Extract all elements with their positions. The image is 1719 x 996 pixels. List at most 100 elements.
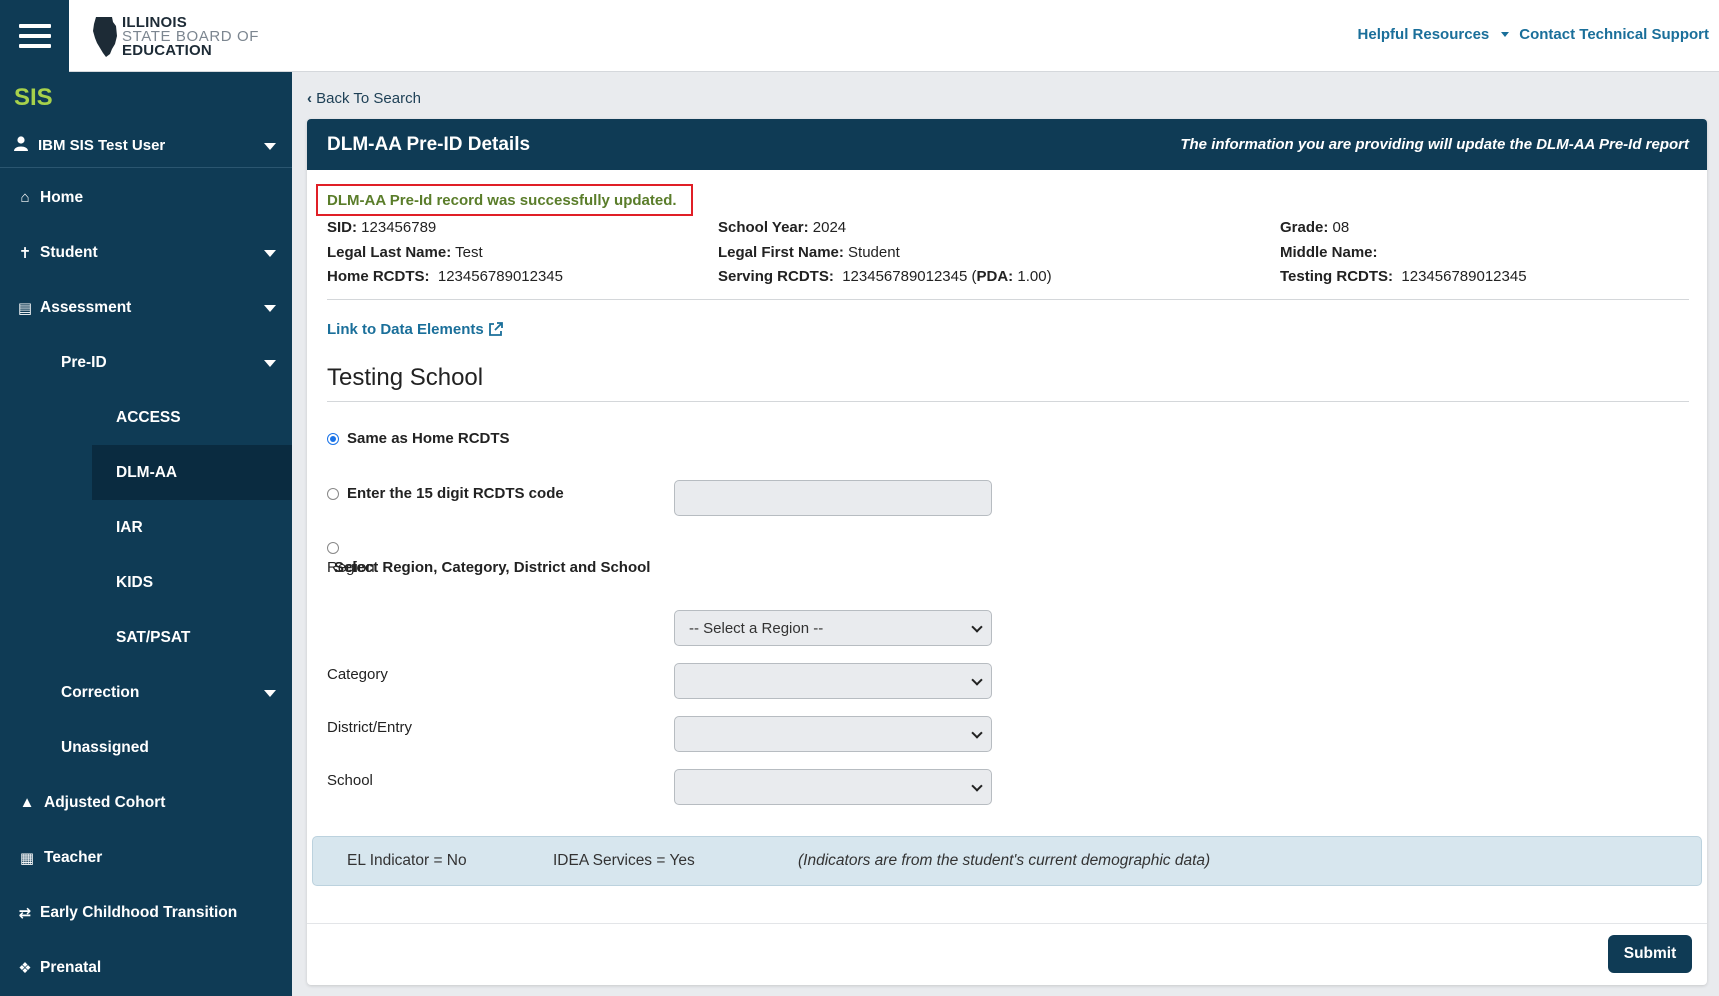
sidebar-item-correction[interactable]: Correction	[0, 665, 292, 720]
region-select[interactable]: -- Select a Region --	[674, 610, 992, 646]
sidebar-item-label: Prenatal	[40, 958, 102, 976]
first-name-field: Legal First Name: Student	[718, 244, 900, 261]
back-to-search-link[interactable]: ‹ Back To Search	[307, 90, 421, 107]
district-select[interactable]	[674, 716, 992, 752]
menu-bar	[18, 44, 51, 48]
sidebar-item-home[interactable]: ⌂ Home	[0, 170, 292, 225]
isbe-logo[interactable]: ILLINOIS STATE BOARD OF EDUCATION	[92, 14, 259, 60]
user-name: IBM SIS Test User	[38, 137, 166, 154]
submit-button[interactable]: Submit	[1608, 935, 1692, 973]
sidebar-item-label: KIDS	[116, 573, 154, 591]
sidebar-item-label: IAR	[116, 518, 143, 536]
sidebar: SIS IBM SIS Test User ⌂ Home ✝ Student ▤…	[0, 72, 292, 996]
graduation-cap-icon: ▲	[19, 794, 35, 811]
home-rcdts-value: 123456789012345	[437, 268, 563, 285]
grade-field: Grade: 08	[1280, 219, 1349, 236]
sidebar-item-label: Unassigned	[61, 738, 149, 756]
grade-label: Grade:	[1280, 219, 1329, 236]
home-rcdts-label: Home RCDTS:	[327, 268, 430, 285]
chevron-down-icon	[971, 674, 983, 686]
sidebar-item-early-childhood[interactable]: ⇄ Early Childhood Transition	[0, 885, 292, 940]
first-name-label: Legal First Name:	[718, 244, 844, 261]
region-selected: -- Select a Region --	[689, 619, 824, 637]
sidebar-item-pre-id[interactable]: Pre-ID	[0, 335, 292, 390]
sidebar-item-dlm-aa[interactable]: DLM-AA	[92, 445, 292, 500]
external-link-icon	[488, 322, 503, 336]
district-label: District/Entry	[327, 719, 413, 736]
region-label: Region	[327, 559, 375, 576]
sidebar-item-assessment[interactable]: ▤ Assessment	[0, 280, 292, 335]
testing-school-title: Testing School	[327, 364, 484, 391]
baby-icon: ❖	[18, 959, 32, 977]
radio-label: Select Region, Category, District and Sc…	[334, 559, 651, 576]
radio-enter-rcdts[interactable]: Enter the 15 digit RCDTS code	[327, 485, 564, 502]
user-menu[interactable]: IBM SIS Test User	[0, 124, 292, 168]
radio-button[interactable]	[327, 432, 339, 445]
home-rcdts-field: Home RCDTS: 123456789012345	[327, 268, 563, 285]
details-card: DLM-AA Pre-ID Details The information yo…	[307, 119, 1707, 985]
card-title: DLM-AA Pre-ID Details	[327, 133, 531, 155]
card-note: The information you are providing will u…	[1180, 136, 1689, 153]
sidebar-item-label: Home	[40, 188, 84, 206]
menu-bar	[18, 24, 51, 28]
sid-label: SID:	[327, 219, 357, 236]
radio-label: Same as Home RCDTS	[347, 430, 510, 447]
top-bar: ILLINOIS STATE BOARD OF EDUCATION Helpfu…	[0, 0, 1719, 72]
category-label: Category	[327, 666, 388, 683]
chevron-down-icon	[971, 780, 983, 792]
serving-rcdts-value: 123456789012345	[842, 268, 968, 285]
sidebar-item-kids[interactable]: KIDS	[0, 555, 292, 610]
menu-bar	[18, 34, 51, 38]
contact-support-link[interactable]: Contact Technical Support	[1519, 26, 1709, 43]
radio-button[interactable]	[327, 487, 339, 500]
link-to-data-elements[interactable]: Link to Data Elements	[327, 321, 503, 338]
rcdts-code-input[interactable]	[674, 480, 992, 516]
helpful-resources-link[interactable]: Helpful Resources	[1358, 26, 1490, 43]
middle-name-field: Middle Name:	[1280, 244, 1378, 261]
sidebar-item-sat-psat[interactable]: SAT/PSAT	[0, 610, 292, 665]
sidebar-item-label: SAT/PSAT	[116, 628, 191, 646]
sidebar-item-label: Adjusted Cohort	[44, 793, 166, 811]
sidebar-item-adjusted-cohort[interactable]: ▲ Adjusted Cohort	[0, 775, 292, 830]
sidebar-item-prenatal[interactable]: ❖ Prenatal	[0, 940, 292, 995]
link-label: Link to Data Elements	[327, 321, 484, 338]
radio-select-region[interactable]	[327, 542, 347, 554]
school-year-label: School Year:	[718, 219, 809, 236]
testing-rcdts-field: Testing RCDTS: 123456789012345	[1280, 268, 1527, 285]
card-header: DLM-AA Pre-ID Details The information yo…	[307, 119, 1707, 170]
serving-rcdts-field: Serving RCDTS: 123456789012345 (PDA: 1.0…	[718, 268, 1052, 285]
sidebar-item-access[interactable]: ACCESS	[0, 390, 292, 445]
teacher-board-icon: ▦	[19, 849, 35, 867]
pda-value: 1.00	[1017, 268, 1047, 285]
illinois-state-icon	[93, 17, 117, 57]
chevron-down-icon	[264, 304, 276, 312]
radio-button[interactable]	[327, 542, 339, 554]
sidebar-item-label: ACCESS	[116, 408, 181, 426]
sidebar-item-label: Student	[40, 243, 98, 261]
sidebar-item-label: Correction	[61, 683, 140, 701]
sid-field: SID: 123456789	[327, 219, 436, 236]
pda-label: PDA:	[976, 268, 1014, 285]
first-name-value: Student	[848, 244, 900, 261]
school-select[interactable]	[674, 769, 992, 805]
document-icon: ▤	[17, 299, 33, 317]
chevron-left-icon: ‹	[307, 90, 312, 107]
last-name-value: Test	[455, 244, 483, 261]
school-year-value: 2024	[812, 219, 847, 236]
divider	[327, 401, 1689, 402]
divider	[327, 299, 1689, 300]
testing-rcdts-value: 123456789012345	[1401, 268, 1527, 285]
menu-icon[interactable]	[0, 0, 69, 72]
sidebar-item-teacher[interactable]: ▦ Teacher	[0, 830, 292, 885]
caret-down-icon[interactable]	[1501, 32, 1510, 37]
middle-name-label: Middle Name:	[1280, 244, 1378, 261]
sidebar-item-label: Early Childhood Transition	[40, 903, 238, 921]
sidebar-item-student[interactable]: ✝ Student	[0, 225, 292, 280]
success-message: DLM-AA Pre-Id record was successfully up…	[316, 184, 693, 216]
sidebar-item-iar[interactable]: IAR	[0, 500, 292, 555]
radio-same-home-rcdts[interactable]: Same as Home RCDTS	[327, 430, 510, 447]
sidebar-item-unassigned[interactable]: Unassigned	[0, 720, 292, 775]
category-select[interactable]	[674, 663, 992, 699]
indicator-bar: EL Indicator = No IDEA Services = Yes (I…	[312, 836, 1702, 886]
school-label: School	[327, 772, 373, 789]
